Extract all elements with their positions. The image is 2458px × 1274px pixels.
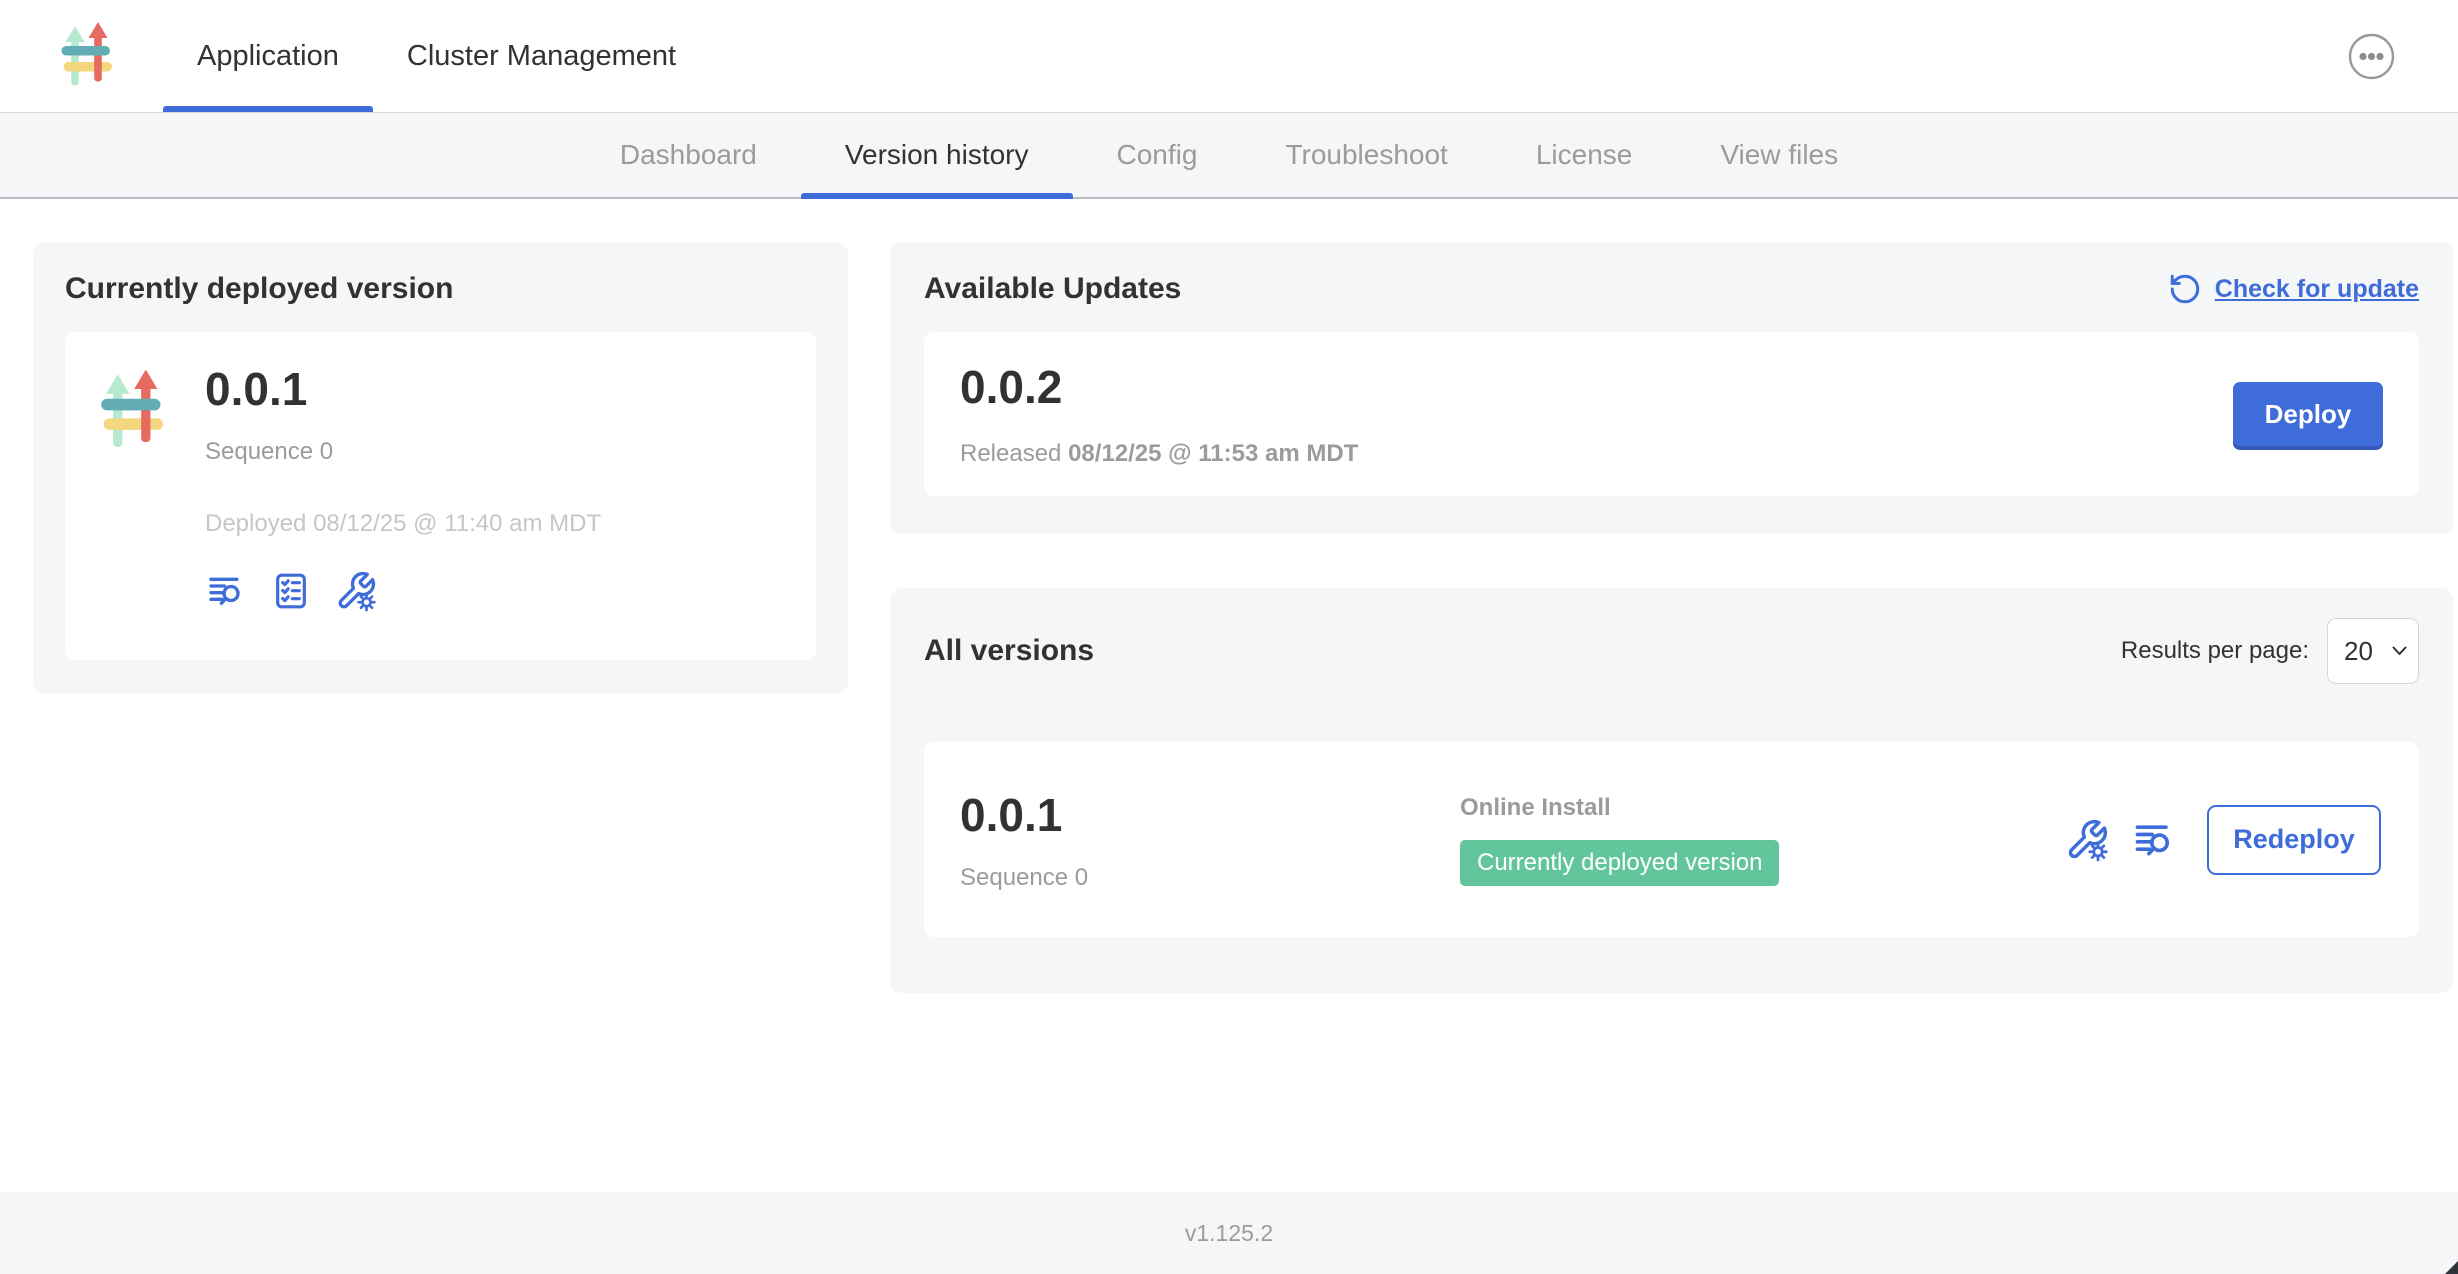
tab-application-label: Application (197, 40, 339, 73)
check-for-update-link[interactable]: Check for update (2168, 272, 2419, 306)
check-for-update-label: Check for update (2215, 275, 2419, 304)
top-nav-tabs: Application Cluster Management (163, 0, 710, 112)
tab-troubleshoot-label: Troubleshoot (1285, 139, 1447, 171)
deployed-sequence: Sequence 0 (205, 438, 601, 466)
preflight-checks-button[interactable] (271, 570, 311, 612)
deployed-version-number: 0.0.1 (205, 362, 601, 416)
tab-cluster-management[interactable]: Cluster Management (373, 0, 710, 112)
edit-config-button[interactable] (335, 570, 377, 612)
edit-config-button[interactable] (2065, 818, 2109, 862)
overflow-menu-button[interactable] (2348, 33, 2395, 80)
corner-artifact (2445, 1261, 2458, 1274)
currently-deployed-title: Currently deployed version (65, 272, 816, 306)
deploy-logs-button[interactable] (2131, 818, 2177, 862)
preflight-checks-icon (271, 571, 311, 611)
console-version: v1.125.2 (1185, 1220, 1273, 1247)
deploy-logs-button[interactable] (205, 570, 247, 612)
right-column: Available Updates Check for update 0.0.2… (890, 242, 2453, 993)
redeploy-button[interactable]: Redeploy (2207, 805, 2381, 875)
tab-troubleshoot[interactable]: Troubleshoot (1241, 113, 1491, 197)
update-details: 0.0.2 Released 08/12/25 @ 11:53 am MDT (960, 360, 1358, 468)
app-logo-icon (58, 21, 117, 91)
tab-view-files-label: View files (1720, 139, 1838, 171)
install-type-label: Online Install (1460, 794, 1779, 822)
currently-deployed-version-panel: 0.0.1 Sequence 0 Deployed 08/12/25 @ 11:… (65, 332, 816, 660)
top-nav: Application Cluster Management (0, 0, 2458, 113)
config-icon (335, 570, 377, 612)
tab-view-files[interactable]: View files (1676, 113, 1882, 197)
row-version-number: 0.0.1 (960, 788, 1460, 842)
results-per-page-control: Results per page: 20 (2121, 618, 2419, 684)
tab-license-label: License (1536, 139, 1633, 171)
released-prefix: Released (960, 440, 1061, 467)
tab-version-history[interactable]: Version history (801, 113, 1073, 197)
currently-deployed-card: Currently deployed version 0.0.1 Sequenc… (33, 242, 848, 694)
row-sequence: Sequence 0 (960, 864, 1460, 892)
results-per-page-select[interactable]: 20 (2327, 618, 2419, 684)
tab-version-history-label: Version history (845, 139, 1029, 171)
tab-config[interactable]: Config (1073, 113, 1242, 197)
top-nav-spacer (710, 0, 2348, 112)
deploy-button[interactable]: Deploy (2233, 382, 2383, 446)
deploy-logs-icon (205, 571, 247, 611)
tab-dashboard-label: Dashboard (620, 139, 757, 171)
refresh-icon (2168, 272, 2202, 306)
available-updates-card: Available Updates Check for update 0.0.2… (890, 242, 2453, 534)
tab-license[interactable]: License (1492, 113, 1677, 197)
main-content: Currently deployed version 0.0.1 Sequenc… (0, 199, 2458, 1192)
app-logo-icon (97, 368, 169, 454)
version-row-details: 0.0.1 Sequence 0 (960, 788, 1460, 892)
deployed-timestamp: Deployed 08/12/25 @ 11:40 am MDT (205, 510, 601, 538)
app-sub-nav: Dashboard Version history Config Trouble… (0, 113, 2458, 199)
update-version-number: 0.0.2 (960, 360, 1358, 414)
results-per-page-label: Results per page: (2121, 637, 2309, 665)
all-versions-title: All versions (924, 634, 1094, 668)
available-update-row: 0.0.2 Released 08/12/25 @ 11:53 am MDT D… (924, 332, 2419, 496)
deploy-logs-icon (2131, 818, 2177, 862)
deployed-version-actions (205, 570, 601, 612)
version-row-status: Online Install Currently deployed versio… (1460, 794, 1779, 886)
tab-cluster-management-label: Cluster Management (407, 40, 676, 73)
update-released-line: Released 08/12/25 @ 11:53 am MDT (960, 440, 1358, 468)
version-row-actions: Redeploy (2065, 805, 2381, 875)
currently-deployed-badge: Currently deployed version (1460, 840, 1779, 886)
released-timestamp: 08/12/25 @ 11:53 am MDT (1068, 440, 1358, 467)
available-updates-title: Available Updates (924, 272, 1181, 306)
page-footer: v1.125.2 (0, 1192, 2458, 1274)
config-icon (2065, 818, 2109, 862)
version-row: 0.0.1 Sequence 0 Online Install Currentl… (924, 742, 2419, 937)
deployed-version-details: 0.0.1 Sequence 0 Deployed 08/12/25 @ 11:… (205, 362, 601, 630)
all-versions-card: All versions Results per page: 20 0 (890, 588, 2453, 993)
tab-config-label: Config (1117, 139, 1198, 171)
ellipsis-icon (2348, 33, 2395, 80)
tab-application[interactable]: Application (163, 0, 373, 112)
tab-dashboard[interactable]: Dashboard (576, 113, 801, 197)
